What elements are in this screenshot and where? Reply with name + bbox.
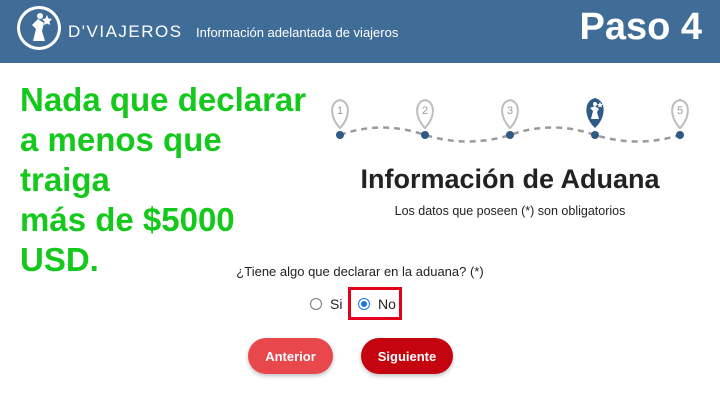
traveler-star-logo-icon [17,6,61,50]
note-line: a menos que traiga [20,121,222,198]
note-line: Nada que declarar [20,81,307,118]
required-fields-note: Los datos que poseen (*) son obligatorio… [394,204,626,218]
step-number: 5 [677,105,683,117]
previous-button[interactable]: Anterior [248,338,333,374]
next-button[interactable]: Siguiente [361,338,453,374]
annotation-highlight-box [348,287,402,320]
radio-label-si: Si [330,296,343,312]
step-number: 1 [337,105,343,117]
page-title: Información de Aduana [360,164,660,194]
brand-name: D'VIAJEROS [68,22,183,41]
step-5: 5 [671,98,689,139]
progress-stepper: 1 2 3 5 [331,98,689,143]
radio-si[interactable] [310,298,322,310]
customs-question-label: ¿Tiene algo que declarar en la aduana? (… [236,264,484,279]
step-number: 2 [422,105,428,117]
step-number: 3 [507,105,513,117]
app-header: D'VIAJEROS Información adelantada de via… [0,0,720,63]
brand-subtitle: Información adelantada de viajeros [196,25,399,40]
step-label: Paso 4 [579,6,702,48]
annotation-note: Nada que declarar a menos que traiga más… [20,80,320,280]
radio-option-si[interactable]: Si [310,296,342,312]
